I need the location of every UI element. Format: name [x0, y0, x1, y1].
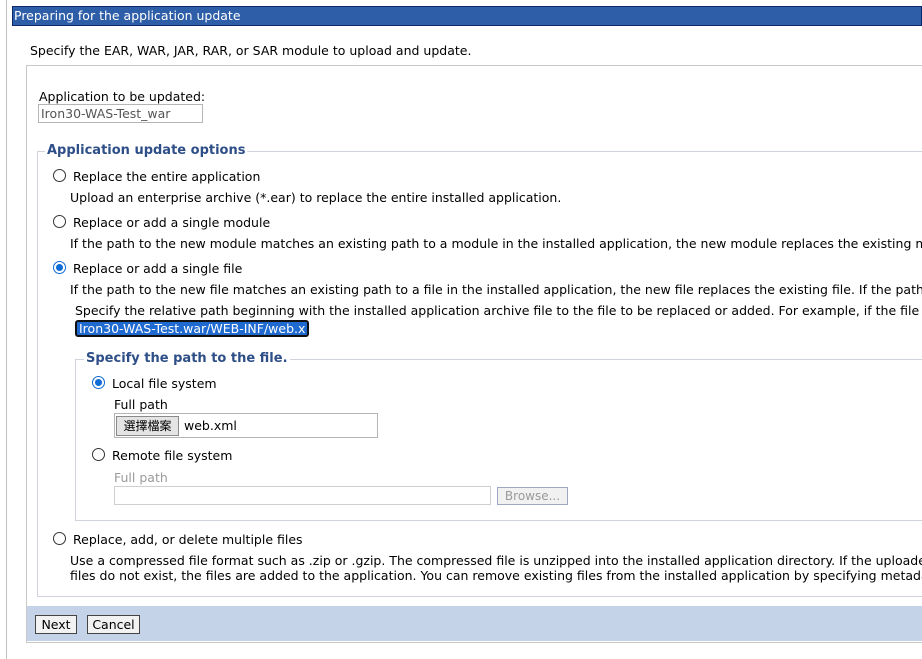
option-replace-entire-description: Upload an enterprise archive (*.ear) to … [70, 190, 562, 205]
next-button[interactable]: Next [35, 615, 77, 634]
app-to-update-field: Iron30-WAS-Test_war [38, 104, 203, 123]
radio-replace-entire-app[interactable] [53, 169, 66, 182]
option-single-module-description: If the path to the new module matches an… [70, 236, 922, 251]
update-options-legend: Application update options [45, 143, 248, 158]
option-single-module-label: Replace or add a single module [73, 215, 271, 230]
file-path-legend: Specify the path to the file. [84, 351, 290, 366]
button-bar [27, 606, 922, 641]
window-title-bar: Preparing for the application update [12, 6, 922, 26]
option-multiple-files-label: Replace, add, or delete multiple files [73, 532, 303, 547]
radio-replace-single-module[interactable] [53, 215, 66, 228]
radio-replace-single-file[interactable] [53, 261, 66, 274]
option-single-file-hint: Specify the relative path beginning with… [75, 303, 922, 318]
radio-remote-file-system[interactable] [92, 448, 105, 461]
choose-file-button[interactable]: 選擇檔案 [116, 416, 179, 436]
window-title: Preparing for the application update [14, 8, 241, 23]
cancel-button[interactable]: Cancel [87, 615, 140, 634]
local-full-path-label: Full path [114, 397, 168, 412]
option-multiple-files-description-2: files do not exist, the files are added … [70, 568, 922, 583]
option-single-file-description: If the path to the new file matches an e… [70, 282, 922, 297]
remote-full-path-label: Full path [114, 470, 168, 485]
relative-path-input[interactable]: Iron30-WAS-Test.war/WEB-INF/web.x [75, 320, 310, 337]
option-replace-entire-label: Replace the entire application [73, 169, 261, 184]
option-single-file-label: Replace or add a single file [73, 261, 243, 276]
local-file-system-label: Local file system [112, 376, 217, 391]
radio-local-file-system[interactable] [92, 376, 105, 389]
left-border-line [6, 0, 7, 659]
chosen-file-name: web.xml [184, 418, 237, 433]
radio-multiple-files[interactable] [53, 532, 66, 545]
intro-text: Specify the EAR, WAR, JAR, RAR, or SAR m… [30, 43, 472, 58]
remote-file-system-label: Remote file system [112, 448, 233, 463]
option-multiple-files-description-1: Use a compressed file format such as .zi… [70, 553, 922, 568]
browse-button[interactable]: Browse... [497, 487, 568, 505]
app-to-update-label: Application to be updated: [39, 89, 206, 104]
remote-path-input[interactable] [114, 486, 491, 505]
